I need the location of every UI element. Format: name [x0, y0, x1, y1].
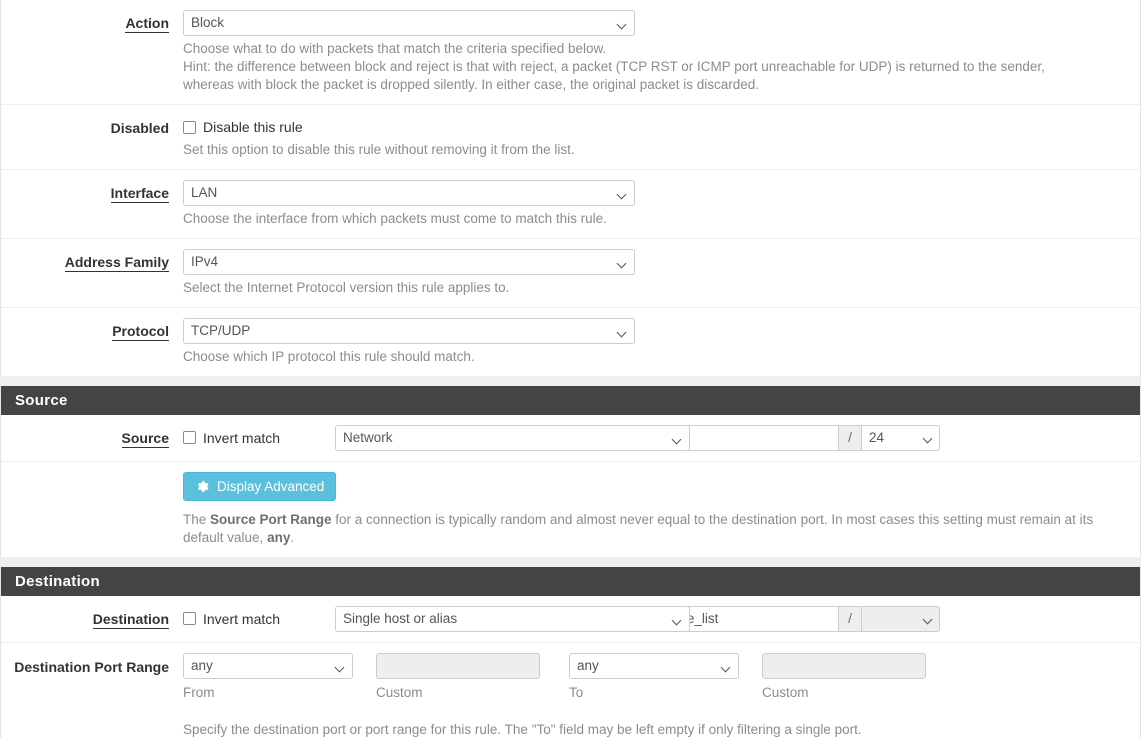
source-note-pre: The [183, 511, 211, 527]
destination-invert-checkbox[interactable] [183, 612, 196, 625]
source-label-cell: Source [1, 425, 183, 448]
row-destination-port-range: Destination Port Range any From Custom a… [1, 643, 1140, 738]
source-port-range-note: The Source Port Range for a connection i… [183, 511, 1108, 547]
source-type-select[interactable]: Network [335, 424, 690, 451]
destination-invert-cell: Invert match [183, 606, 335, 629]
port-from-cell: any From [183, 652, 376, 700]
source-invert-cell: Invert match [183, 425, 335, 448]
panel-separator-1 [0, 375, 1141, 386]
destination-label-cell: Destination [1, 606, 183, 629]
port-to-custom-input[interactable] [762, 652, 926, 679]
source-advanced-label-cell [1, 472, 183, 477]
port-to-custom-sublabel: Custom [762, 684, 809, 700]
protocol-label: Protocol [112, 322, 169, 341]
source-invert-label: Invert match [203, 429, 281, 446]
port-to-sublabel: To [569, 684, 584, 700]
address-family-label-cell: Address Family [1, 249, 183, 272]
disable-rule-checkbox[interactable] [183, 120, 196, 134]
action-label: Action [125, 15, 169, 33]
action-desc-line-3: whereas with block the packet is dropped… [183, 77, 760, 92]
source-panel: Source Source Invert match Network / 24 … [0, 385, 1141, 557]
port-to-custom-cell: Custom [762, 652, 955, 700]
destination-invert-label: Invert match [203, 610, 281, 627]
protocol-label-cell: Protocol [1, 318, 183, 341]
port-from-custom-sublabel: Custom [376, 684, 423, 700]
protocol-desc: Choose which IP protocol this rule shoul… [183, 348, 475, 364]
destination-port-range-label: Destination Port Range [14, 658, 169, 675]
source-panel-title: Source [1, 385, 1140, 415]
address-family-field-cell: IPv4 Select the Internet Protocol versio… [183, 248, 1140, 297]
address-family-select[interactable]: IPv4 [183, 248, 635, 275]
interface-label: Interface [110, 184, 169, 203]
destination-invert-checkbox-wrap[interactable]: Invert match [183, 607, 280, 627]
source-note-bold-2: any [267, 529, 291, 545]
port-from-custom-cell: Custom [376, 652, 569, 700]
destination-port-grid: any From Custom any To Custom [183, 652, 1124, 700]
row-disabled: Disabled Disable this rule Set this opti… [1, 105, 1140, 170]
destination-panel-title: Destination [1, 566, 1140, 596]
row-interface: Interface LAN Choose the interface from … [1, 170, 1140, 239]
port-to-cell: any To [569, 652, 762, 700]
destination-mask-select[interactable] [862, 605, 940, 632]
source-slash-addon: / [838, 424, 862, 451]
destination-type-cell: Single host or alias [335, 605, 690, 632]
address-family-desc: Select the Internet Protocol version thi… [183, 279, 510, 295]
destination-type-select[interactable]: Single host or alias [335, 605, 690, 632]
action-desc-line-1: Choose what to do with packets that matc… [183, 41, 607, 56]
destination-label: Destination [92, 610, 169, 629]
gear-icon [195, 479, 210, 494]
disable-rule-checkbox-label: Disable this rule [203, 119, 303, 135]
row-destination: Destination Invert match Single host or … [1, 596, 1140, 643]
source-invert-checkbox[interactable] [183, 431, 196, 444]
row-address-family: Address Family IPv4 Select the Internet … [1, 239, 1140, 308]
panel-separator-2 [0, 556, 1141, 567]
row-action: Action Block Choose what to do with pack… [1, 0, 1140, 105]
disabled-label-cell: Disabled [1, 115, 183, 136]
source-type-cell: Network [335, 424, 690, 451]
interface-label-cell: Interface [1, 180, 183, 203]
protocol-select[interactable]: TCP/UDP [183, 317, 635, 344]
source-note-end: . [290, 529, 295, 545]
protocol-field-cell: TCP/UDP Choose which IP protocol this ru… [183, 317, 1140, 366]
port-to-select[interactable]: any [569, 652, 739, 679]
disable-rule-checkbox-wrap[interactable]: Disable this rule [183, 115, 303, 135]
source-advanced-field-cell: Display Advanced The Source Port Range f… [183, 471, 1140, 547]
destination-port-range-field-cell: any From Custom any To Custom Specify th… [183, 652, 1140, 737]
action-desc-line-2: Hint: the difference between block and r… [183, 59, 1045, 74]
port-from-select[interactable]: any [183, 652, 353, 679]
address-family-label: Address Family [64, 253, 169, 272]
disabled-desc: Set this option to disable this rule wit… [183, 141, 575, 157]
destination-field-cell: Invert match Single host or alias facebo… [183, 605, 1140, 632]
action-select[interactable]: Block [183, 10, 635, 36]
display-advanced-button[interactable]: Display Advanced [183, 471, 337, 501]
disabled-label: Disabled [110, 120, 169, 136]
source-note-bold-1: Source Port Range [210, 511, 332, 527]
interface-select[interactable]: LAN [183, 179, 635, 206]
port-from-custom-input[interactable] [376, 652, 540, 679]
display-advanced-button-label: Display Advanced [217, 478, 325, 494]
action-field-cell: Block Choose what to do with packets tha… [183, 10, 1140, 94]
firewall-rule-edit-page: Action Block Choose what to do with pack… [0, 0, 1141, 738]
destination-inline-row: Invert match Single host or alias facebo… [183, 605, 1124, 632]
source-mask-select[interactable]: 24 [862, 424, 940, 451]
disabled-field-cell: Disable this rule Set this option to dis… [183, 115, 1140, 159]
port-from-sublabel: From [183, 684, 215, 700]
destination-panel: Destination Destination Invert match Sin… [0, 566, 1141, 738]
source-invert-checkbox-wrap[interactable]: Invert match [183, 426, 280, 446]
source-label: Source [121, 429, 169, 448]
row-protocol: Protocol TCP/UDP Choose which IP protoco… [1, 308, 1140, 376]
action-label-cell: Action [1, 10, 183, 33]
destination-slash-addon: / [838, 605, 862, 632]
source-field-cell: Invert match Network 192.168.3.0 / 24 [183, 424, 1140, 451]
source-inline-row: Invert match Network 192.168.3.0 / 24 [183, 424, 1124, 451]
row-source: Source Invert match Network / 24 [1, 415, 1140, 462]
destination-port-desc: Specify the destination port or port ran… [183, 721, 862, 737]
interface-desc: Choose the interface from which packets … [183, 210, 607, 226]
interface-field-cell: LAN Choose the interface from which pack… [183, 179, 1140, 228]
row-source-advanced: Display Advanced The Source Port Range f… [1, 462, 1140, 557]
rule-basic-settings-panel: Action Block Choose what to do with pack… [0, 0, 1141, 376]
destination-port-range-label-cell: Destination Port Range [1, 653, 183, 675]
